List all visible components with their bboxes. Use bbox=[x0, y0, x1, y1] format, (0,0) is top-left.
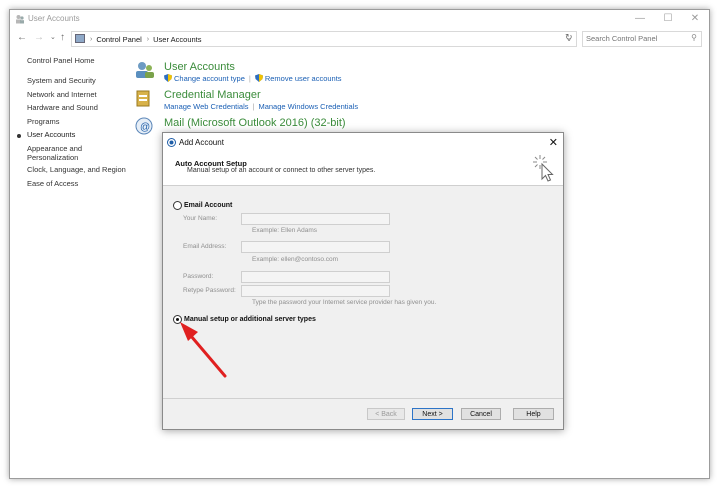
mail-icon: @ bbox=[135, 117, 153, 135]
sidebar-item-network-and-internet[interactable]: Network and Internet bbox=[27, 90, 97, 99]
current-item-bullet-icon bbox=[17, 134, 21, 138]
credential-manager-icon bbox=[135, 89, 153, 107]
address-bar-row: ← → ⌄ ↑ › Control Panel › User Accounts … bbox=[10, 29, 709, 47]
change-account-type-link[interactable]: Change account type bbox=[174, 74, 245, 83]
maximize-button[interactable]: ☐ bbox=[653, 10, 683, 28]
user-accounts-links: Change account type | Remove user accounts bbox=[164, 74, 342, 83]
search-box[interactable]: ⚲ bbox=[582, 31, 702, 47]
wizard-cursor-icon bbox=[531, 153, 555, 185]
sidebar-item-hardware-and-sound[interactable]: Hardware and Sound bbox=[27, 103, 98, 112]
retype-password-input[interactable] bbox=[241, 285, 390, 297]
password-input[interactable] bbox=[241, 271, 390, 283]
user-accounts-icon bbox=[135, 61, 154, 79]
email-account-label[interactable]: Email Account bbox=[184, 202, 232, 209]
password-hint: Type the password your Internet service … bbox=[252, 299, 437, 306]
search-input[interactable] bbox=[586, 32, 686, 44]
credential-manager-links: Manage Web Credentials | Manage Windows Cr… bbox=[164, 102, 358, 111]
back-button[interactable]: < Back bbox=[367, 408, 405, 420]
next-button[interactable]: Next > bbox=[412, 408, 453, 420]
add-account-dialog: Add Account ✕ Auto Account Setup Manual … bbox=[162, 132, 564, 430]
sidebar-item-personalization[interactable]: Personalization bbox=[27, 153, 78, 162]
auto-account-setup-subtitle: Manual setup of an account or connect to… bbox=[187, 167, 376, 174]
sidebar-item-appearance[interactable]: Appearance and bbox=[27, 144, 82, 153]
forward-arrow-icon[interactable]: → bbox=[34, 32, 44, 43]
control-panel-icon bbox=[75, 33, 85, 45]
dialog-close-icon[interactable]: ✕ bbox=[549, 136, 558, 149]
user-accounts-icon bbox=[15, 14, 25, 26]
remove-user-accounts-link[interactable]: Remove user accounts bbox=[265, 74, 342, 83]
sidebar-item-clock-language-region[interactable]: Clock, Language, and Region bbox=[27, 165, 126, 174]
your-name-hint: Example: Ellen Adams bbox=[252, 227, 318, 234]
sidebar-item-programs[interactable]: Programs bbox=[27, 117, 60, 126]
email-address-input[interactable] bbox=[241, 241, 390, 253]
address-box[interactable]: › Control Panel › User Accounts ⌄ bbox=[71, 31, 577, 47]
recent-locations-icon[interactable]: ⌄ bbox=[50, 33, 56, 41]
sidebar-item-system-and-security[interactable]: System and Security bbox=[27, 76, 96, 85]
section-title-mail[interactable]: Mail (Microsoft Outlook 2016) (32-bit) bbox=[164, 117, 346, 129]
sidebar-item-control-panel-home[interactable]: Control Panel Home bbox=[27, 56, 95, 65]
retype-password-label: Retype Password: bbox=[183, 287, 236, 294]
refresh-icon[interactable]: ↻ bbox=[565, 32, 573, 43]
up-arrow-icon[interactable]: ↑ bbox=[60, 32, 65, 43]
title-bar: User Accounts — ☐ ✕ bbox=[10, 10, 709, 28]
breadcrumb-user-accounts[interactable]: User Accounts bbox=[153, 35, 201, 44]
outlook-icon bbox=[167, 138, 176, 149]
sidebar-item-user-accounts[interactable]: User Accounts bbox=[27, 130, 75, 139]
manage-windows-credentials-link[interactable]: Manage Windows Credentials bbox=[258, 102, 358, 111]
svg-text:@: @ bbox=[140, 122, 150, 133]
search-icon[interactable]: ⚲ bbox=[691, 33, 697, 42]
footer-divider bbox=[163, 398, 563, 399]
breadcrumb-separator: › bbox=[146, 35, 150, 43]
manual-setup-radio[interactable] bbox=[173, 315, 182, 324]
manage-web-credentials-link[interactable]: Manage Web Credentials bbox=[164, 102, 249, 111]
section-title-user-accounts[interactable]: User Accounts bbox=[164, 61, 235, 73]
email-address-label: Email Address: bbox=[183, 243, 227, 250]
dialog-title: Add Account bbox=[179, 138, 224, 147]
link-divider: | bbox=[248, 74, 251, 83]
dialog-title-bar: Add Account ✕ bbox=[163, 133, 563, 153]
email-address-hint: Example: ellen@contoso.com bbox=[252, 256, 339, 263]
uac-shield-icon bbox=[254, 74, 263, 82]
manual-setup-label[interactable]: Manual setup or additional server types bbox=[184, 316, 316, 323]
breadcrumb-control-panel[interactable]: Control Panel bbox=[96, 35, 141, 44]
dialog-header: Auto Account Setup Manual setup of an ac… bbox=[163, 153, 563, 186]
section-title-credential-manager[interactable]: Credential Manager bbox=[164, 89, 261, 101]
email-account-radio[interactable] bbox=[173, 201, 182, 210]
your-name-input[interactable] bbox=[241, 213, 390, 225]
back-arrow-icon[interactable]: ← bbox=[17, 32, 27, 43]
your-name-label: Your Name: bbox=[183, 215, 218, 222]
sidebar-item-ease-of-access[interactable]: Ease of Access bbox=[27, 179, 78, 188]
password-label: Password: bbox=[183, 273, 214, 280]
window-title: User Accounts bbox=[28, 14, 80, 23]
cancel-button[interactable]: Cancel bbox=[461, 408, 501, 420]
help-button[interactable]: Help bbox=[513, 408, 554, 420]
minimize-button[interactable]: — bbox=[625, 10, 655, 28]
close-button[interactable]: ✕ bbox=[680, 10, 710, 28]
breadcrumb-separator: › bbox=[90, 35, 93, 43]
uac-shield-icon bbox=[164, 74, 172, 82]
link-divider: | bbox=[252, 102, 255, 111]
